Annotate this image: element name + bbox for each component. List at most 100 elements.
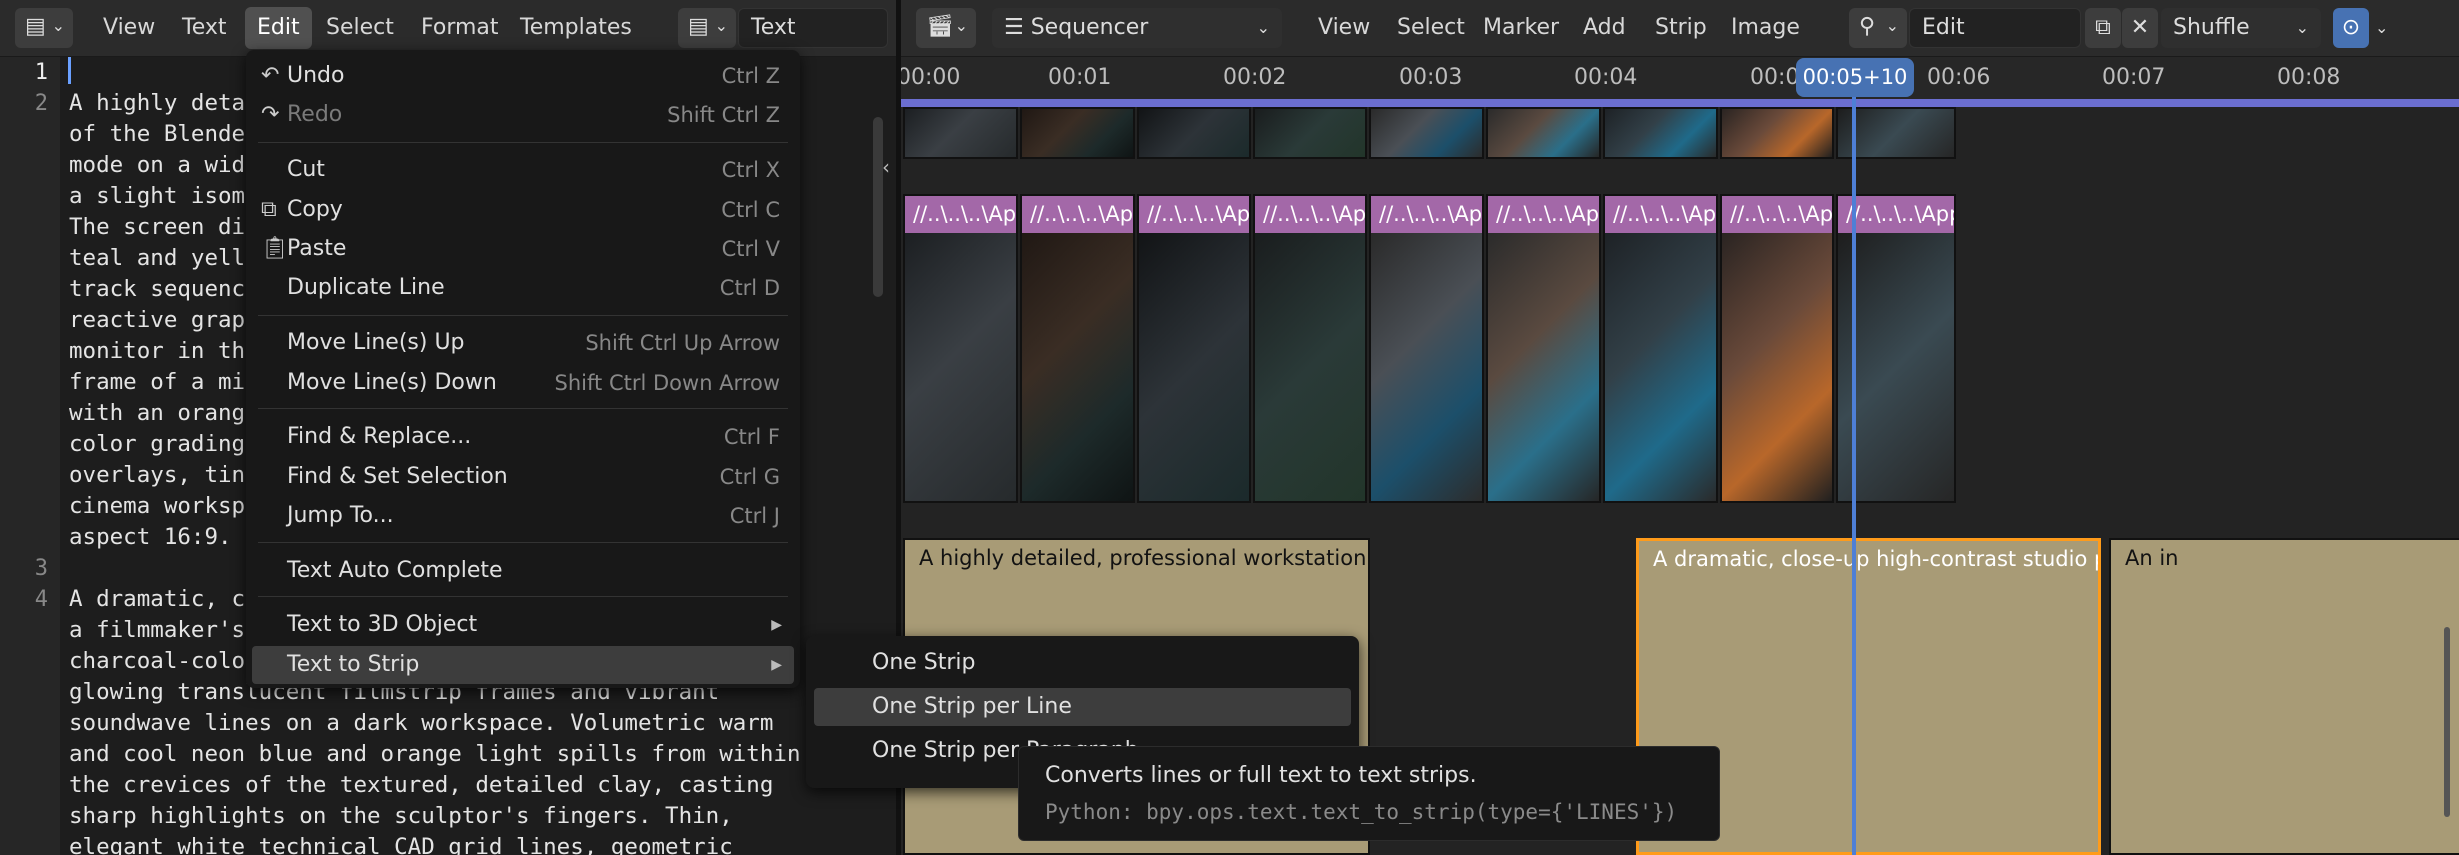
- vertical-scrollbar[interactable]: [2444, 627, 2450, 817]
- menu-item-label: One Strip per Line: [872, 694, 1072, 719]
- text-strip[interactable]: An in: [2109, 538, 2459, 855]
- operator-tooltip: Converts lines or full text to text stri…: [1018, 746, 1720, 841]
- menu-edit[interactable]: Edit: [245, 7, 312, 49]
- edit-menu: ↶ Undo Ctrl Z ↷ Redo Shift Ctrl Z Cut Ctrl X ⧉ Co…: [246, 50, 800, 688]
- image-strip-top[interactable]: [1486, 107, 1601, 159]
- playhead-time-badge[interactable]: 00:05+10: [1796, 58, 1914, 97]
- menu-item-move-line-s-down[interactable]: Move Line(s) Down Shift Ctrl Down Arrow: [252, 364, 794, 402]
- overlap-mode-dropdown[interactable]: Shuffle ⌄: [2161, 8, 2321, 48]
- code-line: color grading: [69, 431, 246, 457]
- snapping-icon[interactable]: ⊙: [2333, 8, 2369, 48]
- menu-item-label: Undo: [287, 63, 345, 88]
- menu-add[interactable]: Add: [1571, 7, 1638, 49]
- menu-item-find-set-selection[interactable]: Find & Set Selection Ctrl G: [252, 458, 794, 496]
- chevron-down-icon[interactable]: ⌄: [2375, 8, 2399, 48]
- menu-item-paste[interactable]: 📋︎ Paste Ctrl V: [252, 230, 794, 268]
- line-number-gutter: 1 2 3 4: [0, 57, 60, 855]
- strip-thumbnail: [1255, 233, 1365, 501]
- submenu-arrow-icon: ▶: [771, 657, 782, 673]
- vertical-scrollbar[interactable]: [873, 117, 883, 297]
- menu-text[interactable]: Text: [170, 7, 239, 49]
- code-line: the crevices of the textured, detailed c…: [69, 772, 774, 798]
- menu-item-find-replace[interactable]: Find & Replace... Ctrl F: [252, 418, 794, 456]
- menu-view[interactable]: View: [91, 7, 167, 49]
- close-icon[interactable]: ✕: [2122, 8, 2158, 48]
- image-strip[interactable]: //..\..\..\AppDat: [1486, 194, 1601, 503]
- image-strip[interactable]: //..\..\..\AppDat: [1603, 194, 1718, 503]
- menu-separator: [258, 142, 788, 143]
- image-strip[interactable]: //..\..\..\AppDat: [1137, 194, 1251, 503]
- menu-item-move-line-s-up[interactable]: Move Line(s) Up Shift Ctrl Up Arrow: [252, 324, 794, 362]
- view-type-dropdown[interactable]: ☰ Sequencer ⌄: [992, 8, 1282, 48]
- text-datablock-name[interactable]: Text: [738, 8, 888, 48]
- menu-item-cut[interactable]: Cut Ctrl X: [252, 151, 794, 189]
- menu-item-label: Find & Set Selection: [287, 464, 508, 489]
- timecode-label: 00:01: [1048, 65, 1112, 90]
- editor-type-button[interactable]: 🎬︎ ⌄: [916, 8, 976, 48]
- menu-item-text-auto-complete[interactable]: Text Auto Complete: [252, 552, 794, 590]
- image-strip-top[interactable]: [1369, 107, 1484, 159]
- menu-item-shortcut: Ctrl Z: [721, 64, 780, 88]
- image-strip-label: //..\..\..\AppDat: [1255, 196, 1365, 233]
- code-line: charcoal-colo: [69, 648, 246, 674]
- menu-templates[interactable]: Templates: [508, 7, 644, 49]
- image-strip-top[interactable]: [1253, 107, 1367, 159]
- one-strip-per-line-item[interactable]: One Strip per Line: [814, 688, 1351, 726]
- tooltip-python: Python: bpy.ops.text.text_to_strip(type=…: [1045, 800, 1678, 824]
- text-strip-label: An in: [2125, 546, 2179, 570]
- image-strip-label: //..\..\..\AppDat: [1605, 196, 1716, 233]
- code-line: track sequenc: [69, 276, 246, 302]
- image-strip[interactable]: //..\..\..\AppDat: [1253, 194, 1367, 503]
- image-strip-top[interactable]: [1137, 107, 1251, 159]
- menu-separator: [258, 596, 788, 597]
- image-strip-top[interactable]: [1720, 107, 1834, 159]
- image-strip[interactable]: //..\..\..\AppDat: [1020, 194, 1135, 503]
- overlap-mode-label: Shuffle: [2173, 15, 2250, 40]
- menu-item-text-to-strip[interactable]: Text to Strip ▶: [252, 646, 794, 684]
- tool-settings-button[interactable]: ⚲ ⌄: [1849, 8, 1907, 48]
- menu-item-copy[interactable]: ⧉ Copy Ctrl C: [252, 191, 794, 229]
- menu-item-label: Find & Replace...: [287, 424, 472, 449]
- text-datablock-button[interactable]: ▤ ⌄: [678, 8, 736, 48]
- time-ruler[interactable]: 00:00 00:01 00:02 00:03 00:04 00:05 00:0…: [901, 57, 2459, 99]
- sidebar-toggle-icon[interactable]: ‹: [876, 155, 896, 189]
- image-strip[interactable]: //..\..\..\AppDat: [1369, 194, 1484, 503]
- chevron-down-icon: ⌄: [1885, 16, 1899, 35]
- image-strip-top[interactable]: [1020, 107, 1135, 159]
- image-strip-top[interactable]: [1603, 107, 1718, 159]
- menu-strip[interactable]: Strip: [1643, 7, 1719, 49]
- menu-item-jump-to[interactable]: Jump To... Ctrl J: [252, 497, 794, 535]
- playhead-line[interactable]: [1852, 97, 1856, 855]
- image-strip-top[interactable]: [903, 107, 1018, 159]
- menu-marker[interactable]: Marker: [1471, 7, 1571, 49]
- strip-thumbnail: [1139, 233, 1249, 501]
- menu-item-duplicate-line[interactable]: Duplicate Line Ctrl D: [252, 269, 794, 307]
- menu-item-text-to-3d-object[interactable]: Text to 3D Object ▶: [252, 606, 794, 644]
- code-line: aspect 16:9.: [69, 524, 232, 550]
- menu-view[interactable]: View: [1306, 7, 1382, 49]
- menu-item-shortcut: Ctrl X: [721, 158, 780, 182]
- strip-thumbnail: [1605, 233, 1716, 501]
- image-strip[interactable]: //..\..\..\AppDat: [903, 194, 1018, 503]
- duplicate-icon[interactable]: ⧉: [2085, 8, 2121, 48]
- one-strip-item[interactable]: One Strip: [814, 644, 1351, 682]
- strip-thumbnail: [1722, 233, 1832, 501]
- menu-select[interactable]: Select: [314, 7, 406, 49]
- line-number: 1: [34, 60, 48, 85]
- text-editor-header: ▤ ⌄ View Text Edit Select Format Templat…: [0, 0, 896, 57]
- code-line: a filmmaker's: [69, 617, 246, 643]
- image-strip[interactable]: //..\..\..\AppDat: [1720, 194, 1834, 503]
- line-number: 2: [34, 91, 48, 116]
- menu-item-label: One Strip: [872, 650, 976, 675]
- editor-type-button[interactable]: ▤ ⌄: [15, 8, 73, 48]
- menu-item-undo[interactable]: ↶ Undo Ctrl Z: [252, 57, 794, 95]
- line-number: 4: [34, 587, 48, 612]
- frame-range-bar: [901, 99, 2459, 107]
- edit-name-field[interactable]: Edit: [1909, 8, 2081, 48]
- code-line: and cool neon blue and orange light spil…: [69, 741, 801, 767]
- menu-select[interactable]: Select: [1385, 7, 1477, 49]
- code-line: teal and yell: [69, 245, 246, 271]
- clapperboard-icon: 🎬︎: [926, 14, 954, 39]
- menu-format[interactable]: Format: [409, 7, 511, 49]
- menu-image[interactable]: Image: [1719, 7, 1812, 49]
